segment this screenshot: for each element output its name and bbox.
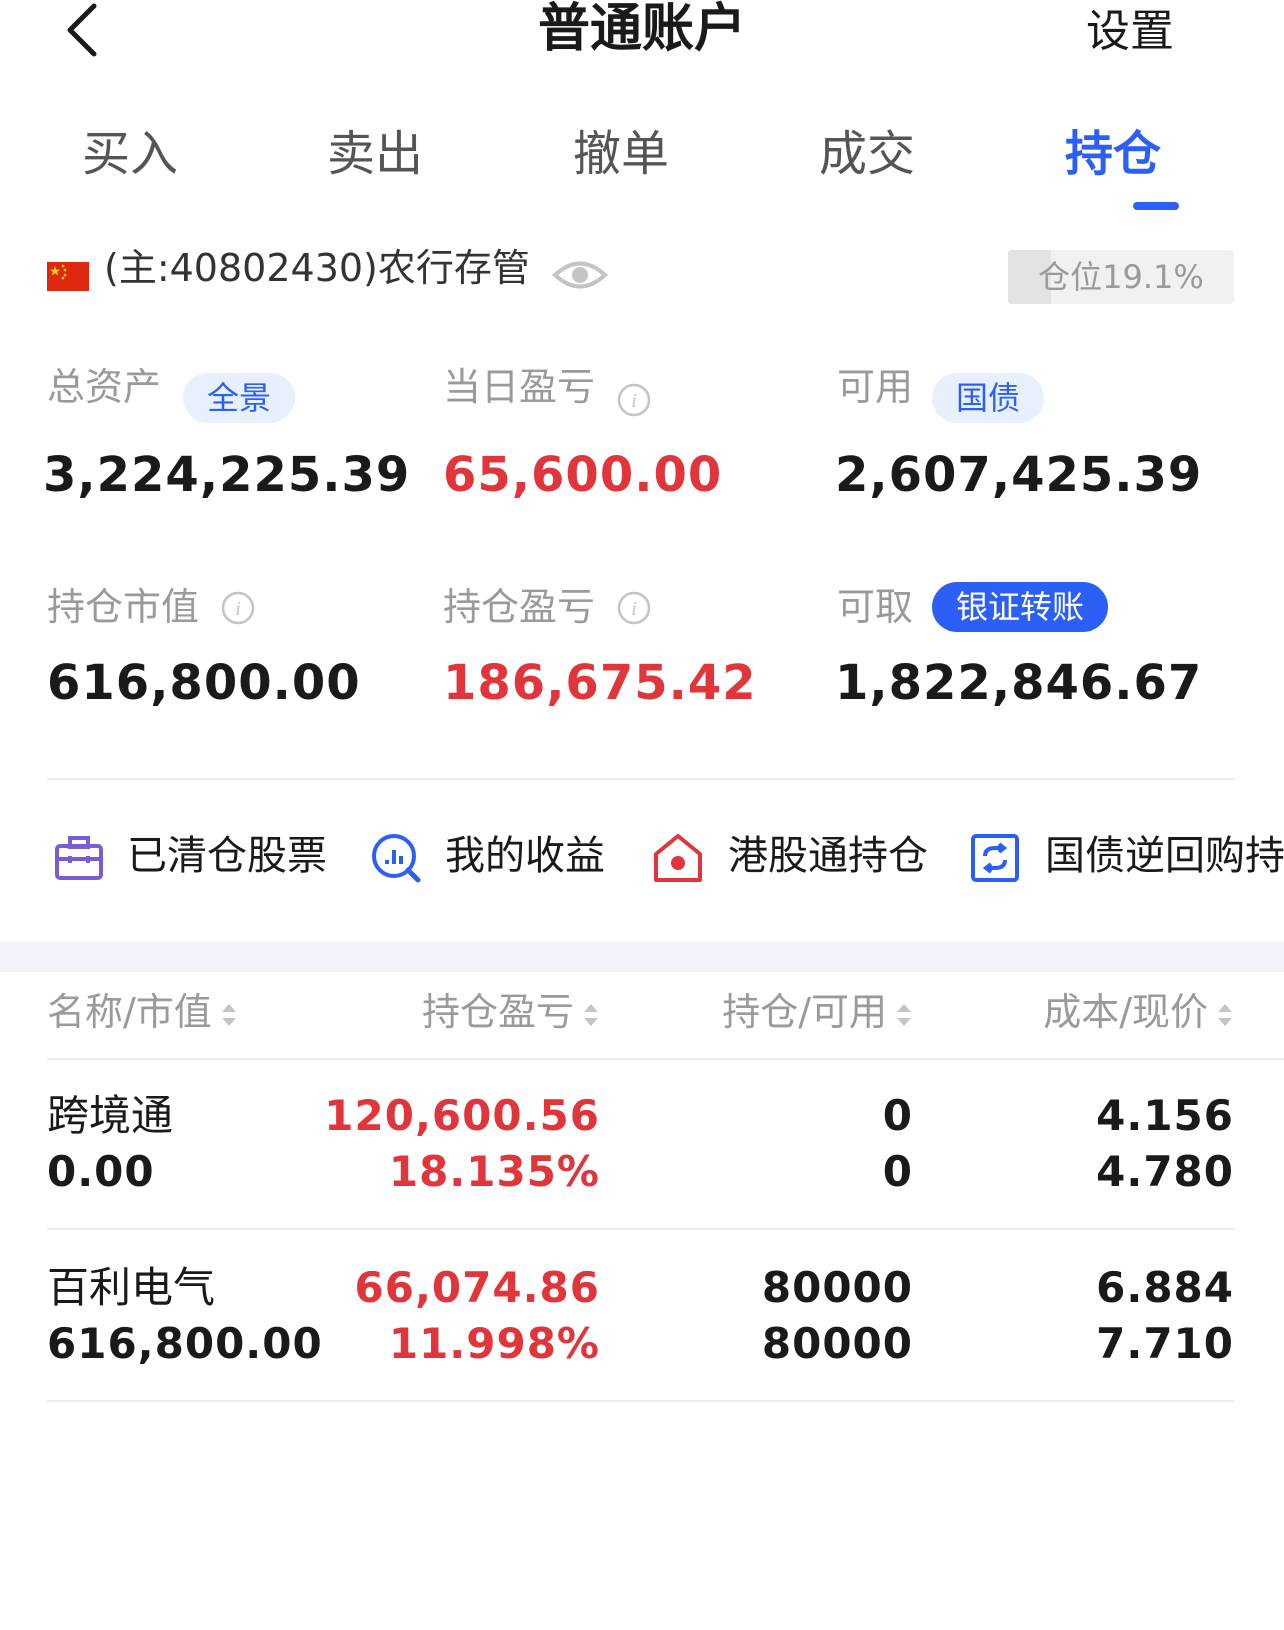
sort-icon	[221, 1003, 236, 1026]
current-price: 4.780	[1096, 1147, 1234, 1196]
divider	[47, 778, 1234, 780]
tab-cancel[interactable]: 撤单	[491, 118, 751, 190]
total-assets-value: 3,224,225.39	[43, 447, 411, 503]
holding-pnl-percent: 18.135%	[388, 1147, 600, 1196]
table-row[interactable]: 跨境通 0.00 120,600.56 18.135% 0 0 4.156 4.…	[0, 1060, 1284, 1228]
info-icon[interactable]: i	[617, 591, 651, 625]
briefcase-icon	[55, 836, 103, 880]
header-cost-price-label: 成本/现价	[1043, 990, 1208, 1034]
cleared-stocks-label: 已清仓股票	[127, 833, 327, 879]
settings-button[interactable]: 设置	[1086, 2, 1174, 62]
info-icon[interactable]: i	[617, 383, 651, 417]
svg-text:i: i	[631, 598, 637, 620]
daily-pnl-label: 当日盈亏	[443, 365, 596, 409]
available-quantity: 80000	[761, 1319, 913, 1368]
svg-text:i: i	[631, 390, 637, 412]
tab-buy[interactable]: 买入	[0, 118, 260, 190]
account-selector[interactable]: (主:40802430)农行存管	[104, 244, 530, 292]
holding-pnl-value: 186,675.42	[443, 655, 757, 711]
header-pnl[interactable]: 持仓盈亏	[360, 988, 600, 1036]
position-ratio-label: 仓位19.1%	[1038, 258, 1204, 296]
daily-pnl-value: 65,600.00	[443, 447, 723, 503]
tab-deals[interactable]: 成交	[737, 118, 997, 190]
hk-house-icon	[654, 834, 702, 882]
trade-tabs: 买入 卖出 撤单 成交 持仓	[0, 118, 1284, 218]
available-value: 2,607,425.39	[835, 447, 1203, 503]
stock-market-value: 616,800.00	[47, 1319, 323, 1368]
available-label: 可用	[837, 365, 914, 409]
panorama-button[interactable]: 全景	[183, 373, 296, 423]
market-value-label: 持仓市值	[47, 585, 200, 629]
cost-price: 4.156	[1096, 1091, 1234, 1140]
tab-positions[interactable]: 持仓	[983, 118, 1243, 190]
total-assets-label: 总资产	[47, 365, 162, 409]
stock-name: 百利电气	[47, 1263, 216, 1312]
withdrawable-value: 1,822,846.67	[835, 655, 1203, 711]
eye-icon[interactable]	[552, 258, 608, 292]
my-returns-label: 我的收益	[445, 833, 605, 879]
cleared-stocks-shortcut[interactable]: 已清仓股票	[47, 828, 347, 888]
hk-connect-shortcut[interactable]: 港股通持仓	[652, 828, 942, 888]
holding-quantity: 80000	[761, 1263, 913, 1312]
holding-pnl-amount: 66,074.86	[354, 1263, 600, 1312]
header-cost-price[interactable]: 成本/现价	[974, 988, 1234, 1036]
holding-quantity: 0	[882, 1091, 913, 1140]
header-holding-available[interactable]: 持仓/可用	[660, 988, 913, 1036]
china-flag-icon	[47, 262, 89, 291]
sort-icon	[1218, 1003, 1232, 1026]
holding-pnl-amount: 120,600.56	[324, 1091, 600, 1140]
holding-pnl-percent: 11.998%	[388, 1319, 600, 1368]
holding-pnl-label: 持仓盈亏	[443, 585, 596, 629]
header-holding-available-label: 持仓/可用	[722, 990, 887, 1034]
chart-search-icon	[372, 834, 421, 883]
hk-connect-label: 港股通持仓	[728, 833, 928, 879]
divider	[47, 1228, 1234, 1230]
table-row[interactable]: 百利电气 616,800.00 66,074.86 11.998% 80000 …	[0, 1232, 1284, 1400]
svg-text:i: i	[235, 598, 241, 620]
divider	[47, 1400, 1234, 1402]
bank-transfer-button[interactable]: 银证转账	[932, 582, 1109, 632]
cost-price: 6.884	[1096, 1263, 1234, 1312]
reverse-repo-shortcut[interactable]: 国债逆回购持仓	[969, 828, 1284, 888]
market-value-value: 616,800.00	[47, 655, 361, 711]
stock-name: 跨境通	[47, 1091, 174, 1140]
exchange-icon	[971, 834, 1019, 882]
header-name-value-label: 名称/市值	[47, 990, 212, 1034]
position-ratio-bar: 仓位19.1%	[1008, 250, 1234, 304]
active-tab-indicator	[1133, 202, 1179, 210]
reverse-repo-label: 国债逆回购持仓	[1045, 833, 1284, 879]
withdrawable-label: 可取	[837, 585, 914, 629]
tab-sell[interactable]: 卖出	[245, 118, 505, 190]
section-separator	[0, 942, 1284, 972]
treasury-button[interactable]: 国债	[932, 373, 1045, 423]
available-quantity: 0	[882, 1147, 913, 1196]
sort-icon	[897, 1003, 911, 1026]
my-returns-shortcut[interactable]: 我的收益	[370, 828, 630, 888]
header-pnl-label: 持仓盈亏	[421, 990, 574, 1034]
sort-icon	[584, 1003, 598, 1026]
info-icon[interactable]: i	[221, 591, 255, 625]
current-price: 7.710	[1096, 1319, 1234, 1368]
header-name-value[interactable]: 名称/市值	[47, 988, 238, 1036]
stock-market-value: 0.00	[47, 1147, 155, 1196]
